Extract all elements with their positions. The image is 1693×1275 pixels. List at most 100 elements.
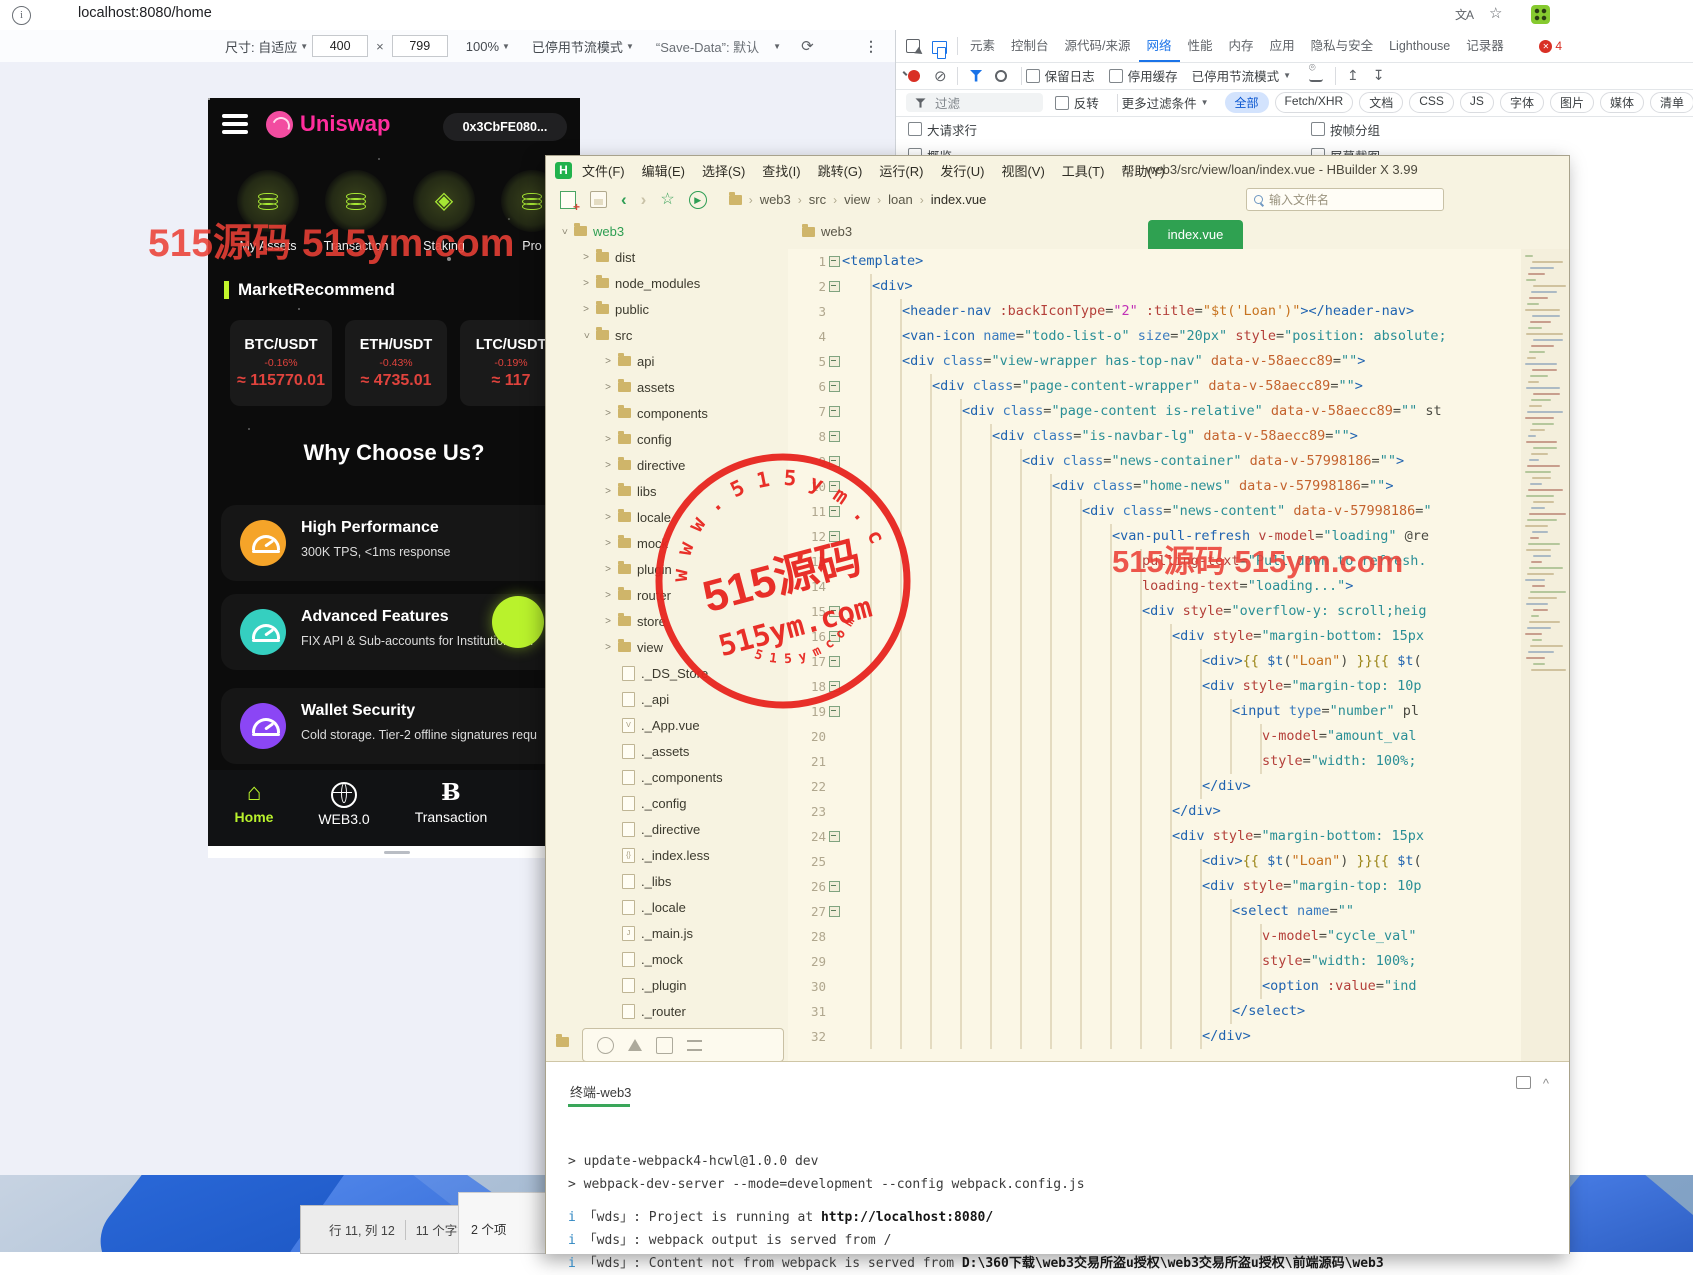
device-height-input[interactable]: 799 <box>392 35 448 57</box>
devtools-tab-隐私与安全[interactable]: 隐私与安全 <box>1303 30 1382 62</box>
debug-tool-icon[interactable] <box>628 1039 642 1051</box>
device-toggle-icon[interactable] <box>932 41 947 54</box>
tree-item-._libs[interactable]: ._libs <box>556 868 788 894</box>
crumb-loan[interactable]: loan <box>888 192 913 207</box>
device-size-mode[interactable]: 尺寸: 自适应 <box>225 37 297 56</box>
clear-icon[interactable]: ⊘ <box>934 67 947 85</box>
code-line-6[interactable]: 6<div class="page-content-wrapper" data-… <box>788 374 1521 399</box>
tree-item-web3[interactable]: >web3 <box>556 218 788 244</box>
devtools-tab-Lighthouse[interactable]: Lighthouse <box>1381 30 1458 62</box>
code-line-20[interactable]: 20v-model="amount_val <box>788 724 1521 749</box>
menu-运行(R)[interactable]: 运行(R) <box>879 161 923 180</box>
more-filters-dropdown[interactable]: 更多过滤条件▼ <box>1122 93 1209 112</box>
preserve-log-checkbox[interactable]: 保留日志 <box>1026 66 1095 85</box>
export-har-icon[interactable]: ↧ <box>1373 67 1385 84</box>
tree-item-node_modules[interactable]: >node_modules <box>556 270 788 296</box>
throttle-dropdown[interactable]: 已停用节流模式▼ <box>1192 66 1291 85</box>
code-line-5[interactable]: 5<div class="view-wrapper has-top-nav" d… <box>788 349 1521 374</box>
device-bottom-handle[interactable] <box>208 846 580 858</box>
code-line-30[interactable]: 30<option :value="ind <box>788 974 1521 999</box>
save-icon[interactable] <box>590 191 607 208</box>
error-count-badge[interactable]: ✕ 4 <box>1539 39 1562 53</box>
crumb-view[interactable]: view <box>844 192 870 207</box>
invert-checkbox[interactable]: 反转 <box>1055 93 1099 112</box>
new-file-icon[interactable] <box>560 191 576 209</box>
filter-pill-清单[interactable]: 清单 <box>1650 92 1693 113</box>
devtools-tab-控制台[interactable]: 控制台 <box>1003 30 1057 62</box>
inspect-icon[interactable] <box>906 39 920 53</box>
refresh-tool-icon[interactable] <box>656 1037 673 1054</box>
rotate-icon[interactable]: ⟳ <box>801 37 814 55</box>
nav-item-Transaction[interactable]: ɃTransaction <box>406 780 496 825</box>
code-line-7[interactable]: 7<div class="page-content is-relative" d… <box>788 399 1521 424</box>
devtools-tab-源代码/来源[interactable]: 源代码/来源 <box>1057 30 1139 62</box>
extension-icon[interactable] <box>1531 5 1550 24</box>
site-info-icon[interactable]: i <box>12 6 31 25</box>
tree-item-src[interactable]: >src <box>556 322 788 348</box>
menu-选择(S)[interactable]: 选择(S) <box>702 161 745 180</box>
menu-视图(V)[interactable]: 视图(V) <box>1001 161 1044 180</box>
code-line-31[interactable]: 31</select> <box>788 999 1521 1024</box>
devtools-tab-元素[interactable]: 元素 <box>962 30 1003 62</box>
big-request-rows-checkbox[interactable]: 大请求行 <box>908 120 977 139</box>
tree-item-components[interactable]: >components <box>556 400 788 426</box>
code-line-1[interactable]: 1<template> <box>788 249 1521 274</box>
tree-item-dist[interactable]: >dist <box>556 244 788 270</box>
editor-minimap[interactable] <box>1521 249 1569 1061</box>
filter-pill-文档[interactable]: 文档 <box>1359 92 1403 113</box>
code-line-23[interactable]: 23</div> <box>788 799 1521 824</box>
crumb-index.vue[interactable]: index.vue <box>931 192 987 207</box>
import-har-icon[interactable]: ↥ <box>1347 67 1359 84</box>
search-tool-icon[interactable] <box>597 1037 614 1054</box>
record-icon[interactable] <box>908 70 920 82</box>
tree-item-._index.less[interactable]: {}._index.less <box>556 842 788 868</box>
run-icon[interactable]: ▶ <box>689 191 707 209</box>
market-card-BTC/USDT[interactable]: BTC/USDT-0.16%≈ 115770.01 <box>230 320 332 406</box>
device-toolbar-menu-icon[interactable]: ⋮ <box>864 38 878 55</box>
code-line-21[interactable]: 21style="width: 100%; <box>788 749 1521 774</box>
file-search-input[interactable]: 输入文件名 <box>1246 188 1444 211</box>
tree-item-assets[interactable]: >assets <box>556 374 788 400</box>
code-line-24[interactable]: 24<div style="margin-bottom: 15px <box>788 824 1521 849</box>
group-by-frame-checkbox[interactable]: 按帧分组 <box>1311 120 1380 139</box>
tree-item-._assets[interactable]: ._assets <box>556 738 788 764</box>
disable-cache-checkbox[interactable]: 停用缓存 <box>1109 66 1178 85</box>
hamburger-menu-icon[interactable] <box>222 114 248 134</box>
nav-item-Home[interactable]: ⌂Home <box>222 780 286 825</box>
tree-item-._main.js[interactable]: J._main.js <box>556 920 788 946</box>
code-line-22[interactable]: 22</div> <box>788 774 1521 799</box>
menu-查找(I)[interactable]: 查找(I) <box>762 161 800 180</box>
network-conditions-icon[interactable] <box>1309 70 1323 82</box>
terminal-tab[interactable]: 终端-web3 <box>570 1082 631 1101</box>
filter-funnel-icon[interactable] <box>970 70 983 82</box>
tree-item-._directive[interactable]: ._directive <box>556 816 788 842</box>
terminal-export-icon[interactable] <box>1516 1076 1531 1089</box>
search-icon[interactable] <box>995 70 1007 82</box>
back-icon[interactable]: ‹ <box>621 192 627 208</box>
tree-item-._config[interactable]: ._config <box>556 790 788 816</box>
terminal-collapse-icon[interactable]: ^ <box>1543 1076 1549 1091</box>
filter-pill-JS[interactable]: JS <box>1460 92 1494 113</box>
tree-item-._router[interactable]: ._router <box>556 998 788 1024</box>
tree-item-api[interactable]: >api <box>556 348 788 374</box>
save-data-label[interactable]: “Save-Data”: 默认 <box>656 37 759 56</box>
devtools-tab-应用[interactable]: 应用 <box>1262 30 1303 62</box>
tree-item-._components[interactable]: ._components <box>556 764 788 790</box>
tree-item-public[interactable]: >public <box>556 296 788 322</box>
nav-item-WEB3.0[interactable]: WEB3.0 <box>306 780 382 827</box>
code-line-26[interactable]: 26<div style="margin-top: 10p <box>788 874 1521 899</box>
code-line-27[interactable]: 27<select name="" <box>788 899 1521 924</box>
code-line-2[interactable]: 2<div> <box>788 274 1521 299</box>
filter-pill-Fetch/XHR[interactable]: Fetch/XHR <box>1275 92 1354 113</box>
favorite-icon[interactable]: ☆ <box>660 192 674 208</box>
filter-input[interactable]: 过滤 <box>906 93 1043 112</box>
code-line-32[interactable]: 32</div> <box>788 1024 1521 1049</box>
translate-icon[interactable]: 文A <box>1455 6 1473 23</box>
code-line-28[interactable]: 28v-model="cycle_val" <box>788 924 1521 949</box>
filter-pill-媒体[interactable]: 媒体 <box>1600 92 1644 113</box>
devtools-tab-网络[interactable]: 网络 <box>1139 30 1180 62</box>
wallet-address-pill[interactable]: 0x3CbFE080... <box>443 113 567 141</box>
tree-item-._mock[interactable]: ._mock <box>556 946 788 972</box>
code-line-4[interactable]: 4<van-icon name="todo-list-o" size="20px… <box>788 324 1521 349</box>
active-file-tab[interactable]: index.vue <box>1148 220 1243 249</box>
